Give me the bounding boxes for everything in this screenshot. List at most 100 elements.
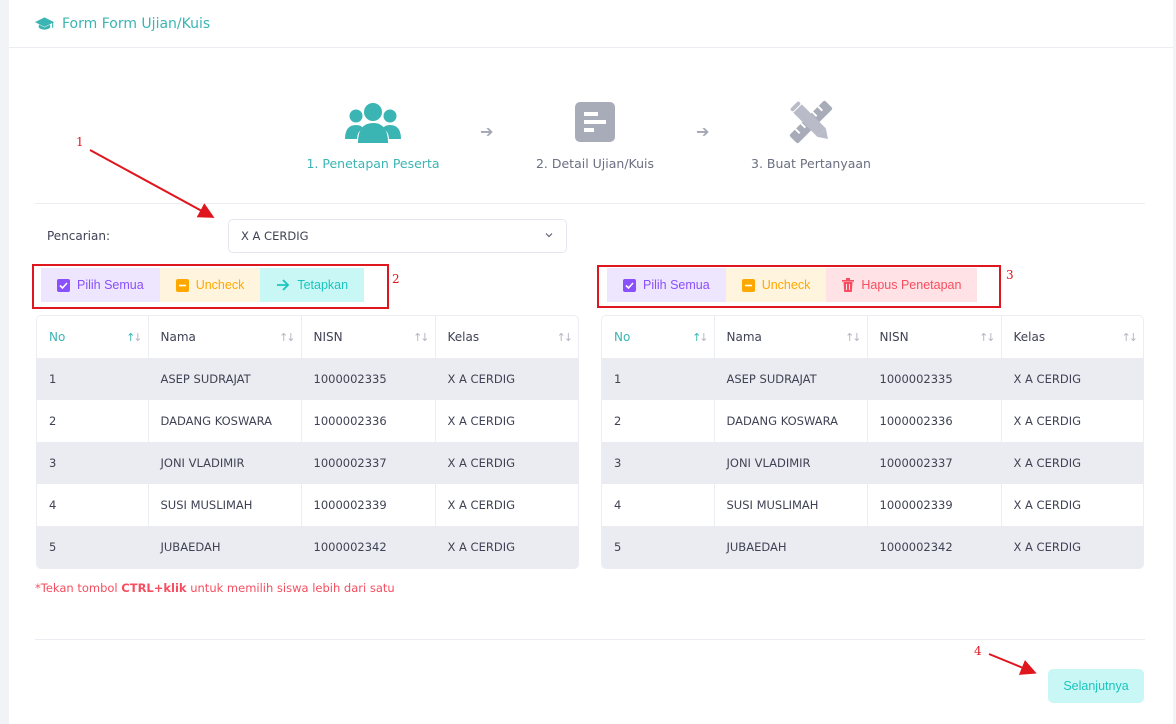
cell-kelas: X A CERDIG [435,358,578,400]
column-label: NISN [313,330,343,344]
form-card: Form Form Ujian/Kuis 1. Penetapan Pesert… [9,0,1173,724]
annotation-number-4: 4 [974,644,982,658]
cell-nama: ASEP SUDRAJAT [714,358,868,400]
left-student-table: No ↑↓ Nama ↑↓ NISN ↑↓ Kelas ↑↓ 1 ASEP SUDRAJA… [36,315,579,569]
hint-suffix: untuk memilih siswa lebih dari satu [186,581,395,595]
selection-hint: *Tekan tombol CTRL+klik untuk memilih si… [35,581,395,595]
annotation-number-3: 3 [1006,268,1014,282]
annotation-box-2 [32,264,389,309]
student-table: No ↑↓ Nama ↑↓ NISN ↑↓ Kelas ↑↓ 1 ASEP SUDRAJA… [37,316,578,568]
cell-kelas: X A CERDIG [435,526,578,568]
column-label: No [49,330,66,344]
step-3[interactable]: 3. Buat Pertanyaan [721,98,901,171]
cell-nama: DADANG KOSWARA [714,400,868,442]
cell-no: 1 [602,358,715,400]
column-header-no[interactable]: No ↑↓ [602,316,715,358]
table-body: 1 ASEP SUDRAJAT 1000002335 X A CERDIG 2 DADAN… [602,358,1143,568]
page-title-text: Form Form Ujian/Kuis [62,15,211,32]
student-table: No ↑↓ Nama ↑↓ NISN ↑↓ Kelas ↑↓ 1 ASEP SUDRAJA… [602,316,1143,568]
cell-no: 3 [37,442,149,484]
cell-no: 5 [37,526,149,568]
cell-nisn: 1000002339 [301,484,436,526]
annotation-number-2: 2 [392,272,400,286]
cell-kelas: X A CERDIG [435,442,578,484]
cell-nisn: 1000002337 [867,442,1002,484]
table-row[interactable]: 4 SUSI MUSLIMAH 1000002339 X A CERDIG [602,484,1143,526]
cell-nama: SUSI MUSLIMAH [714,484,868,526]
cell-nama: JONI VLADIMIR [714,442,868,484]
sort-icon: ↑↓ [556,331,574,344]
cell-nisn: 1000002342 [867,526,1002,568]
document-icon [575,102,615,142]
cell-no: 4 [37,484,149,526]
table-body: 1 ASEP SUDRAJAT 1000002335 X A CERDIG 2 DADAN… [37,358,578,568]
right-student-table: No ↑↓ Nama ↑↓ NISN ↑↓ Kelas ↑↓ 1 ASEP SUDRAJA… [601,315,1144,569]
cell-nama: JONI VLADIMIR [148,442,302,484]
column-header-nisn[interactable]: NISN ↑↓ [867,316,1002,358]
annotation-box-3 [597,265,1001,308]
column-label: Nama [160,330,196,344]
table-header-row: No ↑↓ Nama ↑↓ NISN ↑↓ Kelas ↑↓ [602,316,1143,358]
table-row[interactable]: 2 DADANG KOSWARA 1000002336 X A CERDIG [37,400,578,442]
sort-icon: ↑↓ [1121,331,1139,344]
column-label: No [614,330,631,344]
step-label: 3. Buat Pertanyaan [751,156,871,171]
cell-nisn: 1000002335 [301,358,436,400]
cell-kelas: X A CERDIG [1001,442,1143,484]
search-select-value: X A CERDIG [241,229,309,243]
table-row[interactable]: 3 JONI VLADIMIR 1000002337 X A CERDIG [602,442,1143,484]
cell-no: 2 [602,400,715,442]
cell-nama: JUBAEDAH [714,526,868,568]
table-row[interactable]: 1 ASEP SUDRAJAT 1000002335 X A CERDIG [37,358,578,400]
cell-nama: SUSI MUSLIMAH [148,484,302,526]
cell-kelas: X A CERDIG [435,400,578,442]
step-label: 1. Penetapan Peserta [306,156,440,171]
cell-kelas: X A CERDIG [1001,400,1143,442]
users-icon [345,103,401,143]
column-header-nama[interactable]: Nama ↑↓ [714,316,868,358]
sort-icon: ↑↓ [979,331,996,344]
cell-nisn: 1000002336 [301,400,436,442]
next-button[interactable]: Selanjutnya [1048,669,1144,703]
sort-icon: ↑↓ [692,331,709,344]
column-header-nisn[interactable]: NISN ↑↓ [301,316,436,358]
column-header-kelas[interactable]: Kelas ↑↓ [1001,316,1143,358]
cell-no: 3 [602,442,715,484]
table-row[interactable]: 3 JONI VLADIMIR 1000002337 X A CERDIG [37,442,578,484]
table-row[interactable]: 1 ASEP SUDRAJAT 1000002335 X A CERDIG [602,358,1143,400]
cell-nama: DADANG KOSWARA [148,400,302,442]
search-select[interactable]: X A CERDIG [228,219,567,253]
column-label: Kelas [447,330,480,344]
graduation-cap-icon [35,16,54,30]
column-header-no[interactable]: No ↑↓ [37,316,149,358]
divider [35,203,1145,204]
table-row[interactable]: 4 SUSI MUSLIMAH 1000002339 X A CERDIG [37,484,578,526]
table-row[interactable]: 5 JUBAEDAH 1000002342 X A CERDIG [37,526,578,568]
column-label: Kelas [1013,330,1046,344]
pencil-ruler-icon [789,100,833,144]
card-header: Form Form Ujian/Kuis [9,0,1173,48]
sort-icon: ↑↓ [279,331,296,344]
cell-kelas: X A CERDIG [1001,358,1143,400]
column-header-nama[interactable]: Nama ↑↓ [148,316,302,358]
sort-icon: ↑↓ [413,331,430,344]
cell-nisn: 1000002339 [867,484,1002,526]
cell-kelas: X A CERDIG [1001,484,1143,526]
wizard-steps: 1. Penetapan Peserta ➔ 2. Detail Ujian/K… [9,98,1173,178]
step-1[interactable]: 1. Penetapan Peserta [283,98,463,171]
sort-icon: ↑↓ [126,331,143,344]
column-header-kelas[interactable]: Kelas ↑↓ [435,316,578,358]
table-row[interactable]: 5 JUBAEDAH 1000002342 X A CERDIG [602,526,1143,568]
column-label: NISN [879,330,909,344]
hint-key: CTRL+klik [121,581,187,595]
cell-nisn: 1000002337 [301,442,436,484]
hint-prefix: *Tekan tombol [35,581,122,595]
cell-kelas: X A CERDIG [1001,526,1143,568]
table-row[interactable]: 2 DADANG KOSWARA 1000002336 X A CERDIG [602,400,1143,442]
cell-no: 2 [37,400,149,442]
step-2[interactable]: 2. Detail Ujian/Kuis [505,98,685,171]
arrow-right-icon: ➔ [480,122,494,141]
sort-icon: ↑↓ [845,331,862,344]
step-label: 2. Detail Ujian/Kuis [535,156,655,171]
page-title: Form Form Ujian/Kuis [35,16,210,32]
